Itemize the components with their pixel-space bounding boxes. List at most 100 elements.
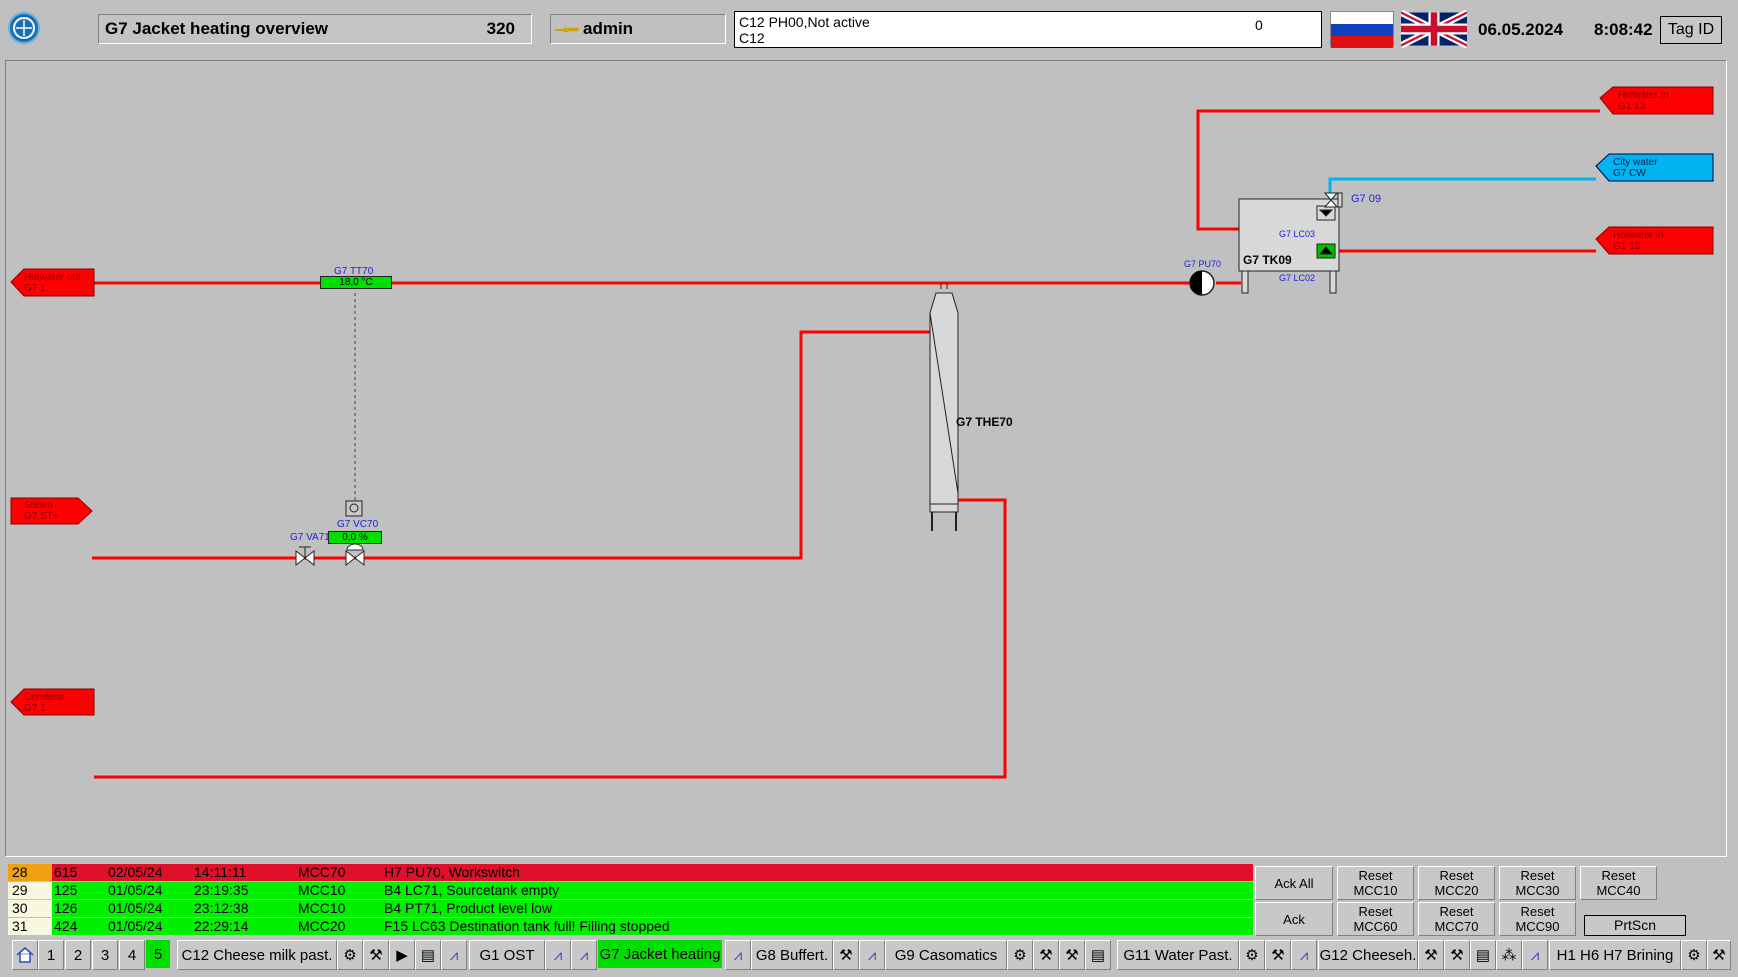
reset-mcc70-button[interactable]: Reset MCC70 xyxy=(1418,902,1495,936)
trend-icon[interactable]: ⩘ xyxy=(1522,940,1548,970)
heat-exchanger-the70 xyxy=(929,283,959,531)
trend-icon[interactable]: ⩘ xyxy=(545,940,571,970)
table-row[interactable]: 28 615 02/05/24 14:11:11 MCC70 H7 PU70, … xyxy=(8,864,1253,881)
time-display: 8:08:42 xyxy=(1594,20,1653,39)
tt70-value[interactable]: 18,0 °C xyxy=(320,276,392,289)
wrench-icon[interactable]: ⚒ xyxy=(1707,940,1731,970)
table-row[interactable]: 29 125 01/05/24 23:19:35 MCC10 B4 LC71, … xyxy=(8,882,1253,899)
endpoint-city-water-label[interactable]: City water G7 CW xyxy=(1613,157,1657,179)
lc03-label: G7 LC03 xyxy=(1279,229,1316,239)
page-title: G7 Jacket heating overview 320 xyxy=(98,14,532,44)
wrench-a-icon[interactable]: ⚒ xyxy=(1033,940,1059,970)
vc70-value[interactable]: 0,0 % xyxy=(328,531,382,544)
nav-g1-button[interactable]: G1 OST xyxy=(469,940,545,970)
trend-icon[interactable]: ⩘ xyxy=(1291,940,1317,970)
nav-c12-button[interactable]: C12 Cheese milk past. xyxy=(177,940,337,970)
page-3-button[interactable]: 3 xyxy=(92,940,118,970)
process-canvas: Hotwater in G1 13 City water G7 CW Hotwa… xyxy=(5,60,1727,857)
alarm-code: 615 xyxy=(54,864,78,880)
alarm-mcc: MCC10 xyxy=(298,900,346,916)
shower-icon[interactable]: ⁂ xyxy=(1496,940,1522,970)
endpoint-name: Hotwater in xyxy=(1613,230,1664,241)
document-icon[interactable]: ▤ xyxy=(415,940,441,970)
screen-number: 320 xyxy=(486,19,515,38)
ack-button[interactable]: Ack xyxy=(1255,902,1333,936)
page-4-button[interactable]: 4 xyxy=(119,940,145,970)
gear-icon[interactable]: ⚙ xyxy=(1007,940,1033,970)
nav-g12-button[interactable]: G12 Cheeseh. xyxy=(1318,940,1418,970)
table-row[interactable]: 31 424 01/05/24 22:29:14 MCC20 F15 LC63 … xyxy=(8,918,1253,935)
alarm-code: 125 xyxy=(54,882,78,898)
wrench-b-icon[interactable]: ⚒ xyxy=(1444,940,1470,970)
valve-va71-icon xyxy=(295,546,315,567)
control-valve-vc70-icon xyxy=(345,543,365,567)
nav-g8-button[interactable]: G8 Buffert. xyxy=(751,940,833,970)
reset-mcc10-button[interactable]: Reset MCC10 xyxy=(1337,866,1414,900)
trend-icon[interactable]: ⩘ xyxy=(859,940,885,970)
user-name: admin xyxy=(583,19,634,38)
endpoint-steam-label[interactable]: Steam G7 ST+ xyxy=(24,500,59,522)
reset-mcc30-button[interactable]: Reset MCC30 xyxy=(1499,866,1576,900)
alarm-idx: 30 xyxy=(8,900,52,917)
endpoint-hotwater-in-mid-label[interactable]: Hotwater in G1 13 xyxy=(1613,230,1664,252)
alarm-time: 23:19:35 xyxy=(194,882,249,898)
user-login[interactable]: ⊸━ admin xyxy=(550,14,726,44)
endpoint-tag: G7 1 xyxy=(24,283,46,294)
reset-mcc90-button[interactable]: Reset MCC90 xyxy=(1499,902,1576,936)
uk-flag-icon[interactable] xyxy=(1399,9,1469,49)
alarm-text: H7 PU70, Workswitch xyxy=(384,864,520,880)
pipe-steam xyxy=(92,330,930,560)
company-logo[interactable] xyxy=(8,12,40,44)
lc02-label: G7 LC02 xyxy=(1279,273,1316,283)
endpoint-tag: G7 ST+ xyxy=(24,511,59,522)
russian-flag-icon[interactable] xyxy=(1330,11,1394,48)
alarm-time: 14:11:11 xyxy=(194,864,247,880)
key-icon: ⊸━ xyxy=(555,22,579,39)
trend-icon[interactable]: ⩘ xyxy=(571,940,597,970)
home-icon[interactable] xyxy=(12,940,38,970)
alarm-line-1: C12 PH00,Not active xyxy=(739,14,870,30)
alarm-message-box[interactable]: C12 PH00,Not active C12 0 xyxy=(734,11,1322,48)
document-icon[interactable]: ▤ xyxy=(1085,940,1111,970)
pipe-diagram xyxy=(10,86,1714,779)
nav-g7-button[interactable]: G7 Jacket heating xyxy=(598,940,722,968)
alarm-text: F15 LC63 Destination tank full! Filling … xyxy=(384,918,670,934)
trend-icon[interactable]: ⩘ xyxy=(725,940,751,970)
reset-mcc60-button[interactable]: Reset MCC60 xyxy=(1337,902,1414,936)
play-icon[interactable]: ▶ xyxy=(389,940,415,970)
page-5-button[interactable]: 5 xyxy=(146,940,170,968)
page-2-button[interactable]: 2 xyxy=(65,940,91,970)
endpoint-condens-label[interactable]: Condens G7 1 xyxy=(24,692,64,714)
gear-icon[interactable]: ⚙ xyxy=(1239,940,1265,970)
pipe-condens xyxy=(94,498,1007,779)
wrench-b-icon[interactable]: ⚒ xyxy=(1059,940,1085,970)
ack-all-button[interactable]: Ack All xyxy=(1255,866,1333,900)
gear-icon[interactable]: ⚙ xyxy=(1681,940,1707,970)
document-icon[interactable]: ▤ xyxy=(1470,940,1496,970)
endpoint-name: Hotwater in xyxy=(1618,90,1669,101)
hx-label: G7 THE70 xyxy=(956,415,1013,429)
page-1-button[interactable]: 1 xyxy=(38,940,64,970)
nav-g11-button[interactable]: G11 Water Past. xyxy=(1117,940,1239,970)
endpoint-tag: G7 CW xyxy=(1613,168,1646,179)
gear-icon[interactable]: ⚙ xyxy=(337,940,363,970)
reset-mcc20-button[interactable]: Reset MCC20 xyxy=(1418,866,1495,900)
alarm-line-2: C12 xyxy=(739,30,765,46)
reset-mcc40-button[interactable]: Reset MCC40 xyxy=(1580,866,1657,900)
endpoint-hotwater-out-label[interactable]: Hotwater out G7 1 xyxy=(24,272,81,294)
positioner-icon xyxy=(345,500,363,517)
wrench-icon[interactable]: ⚒ xyxy=(1265,940,1291,970)
wrench-icon[interactable]: ⚒ xyxy=(833,940,859,970)
wrench-icon[interactable]: ⚒ xyxy=(363,940,389,970)
pump-pu70-icon xyxy=(1189,270,1215,296)
table-row[interactable]: 30 126 01/05/24 23:12:38 MCC10 B4 PT71, … xyxy=(8,900,1253,917)
endpoint-hotwater-in-top-label[interactable]: Hotwater in G1 13 xyxy=(1618,90,1669,112)
tag-id-button[interactable]: Tag ID xyxy=(1660,16,1722,44)
trend-icon[interactable]: ⩘ xyxy=(441,940,467,970)
wrench-a-icon[interactable]: ⚒ xyxy=(1418,940,1444,970)
nav-h1-button[interactable]: H1 H6 H7 Brining xyxy=(1549,940,1681,970)
alarm-idx: 28 xyxy=(8,864,52,881)
prtscn-button[interactable]: PrtScn xyxy=(1584,915,1686,936)
endpoint-name: City water xyxy=(1613,157,1658,168)
nav-g9-button[interactable]: G9 Casomatics xyxy=(885,940,1007,970)
